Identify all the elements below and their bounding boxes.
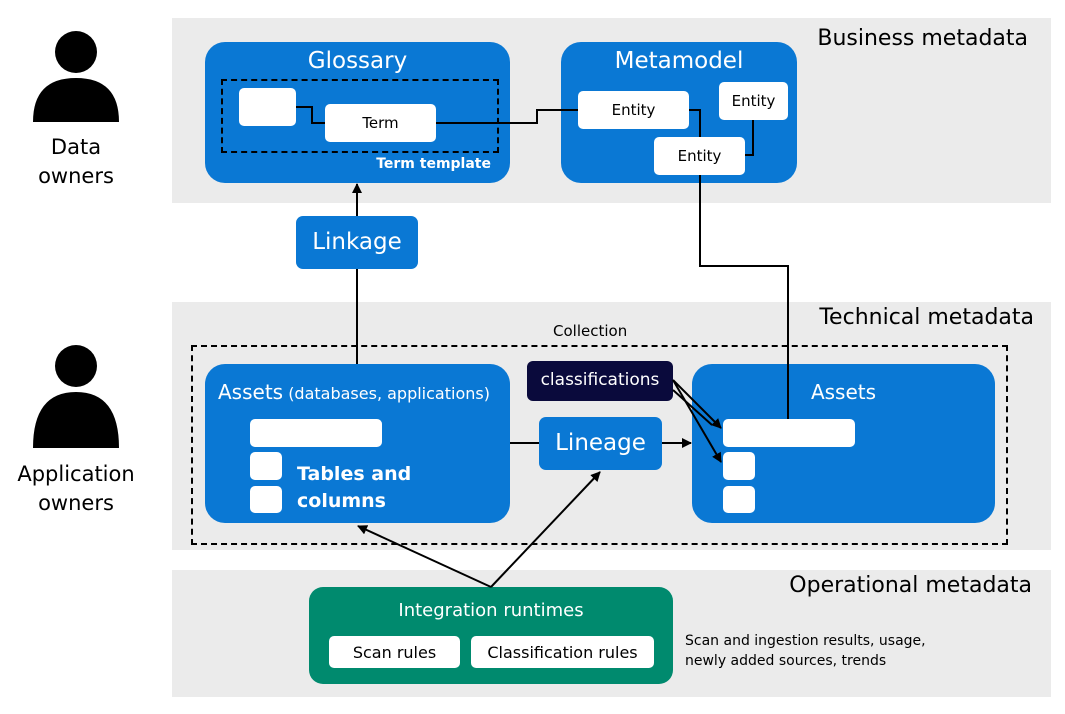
entity-box[interactable]: Entity bbox=[654, 137, 745, 175]
classifications-box[interactable]: classifications bbox=[527, 361, 673, 401]
asset-row bbox=[250, 419, 382, 447]
tables-columns-label: Tables and columns bbox=[297, 463, 412, 512]
glossary-title: Glossary bbox=[307, 48, 408, 74]
term-attribute-box bbox=[239, 88, 296, 126]
lineage-box[interactable]: Lineage bbox=[539, 417, 662, 470]
linkage-box[interactable]: Linkage bbox=[296, 216, 418, 269]
technical-metadata-label: Technical metadata bbox=[819, 305, 1034, 330]
operational-note: Scan and ingestion results, usage, newly … bbox=[685, 633, 926, 669]
scan-rules-box[interactable]: Scan rules bbox=[329, 636, 460, 668]
asset-row bbox=[723, 452, 755, 480]
integration-runtimes-title: Integration runtimes bbox=[398, 600, 584, 621]
entity-box[interactable]: Entity bbox=[578, 91, 689, 129]
asset-row bbox=[723, 486, 755, 513]
target-assets-title: Assets bbox=[810, 380, 877, 404]
entity-box[interactable]: Entity bbox=[719, 82, 788, 120]
term-box[interactable]: Term bbox=[325, 104, 436, 142]
asset-row bbox=[250, 452, 282, 480]
asset-row bbox=[723, 419, 855, 447]
metamodel-title: Metamodel bbox=[614, 48, 744, 74]
business-metadata-label: Business metadata bbox=[817, 26, 1028, 51]
data-owners-label: Data owners bbox=[38, 135, 114, 188]
term-template-label: Term template bbox=[376, 156, 491, 172]
source-assets-title: Assets (databases, applications) bbox=[218, 380, 490, 404]
person-icon bbox=[33, 31, 119, 448]
classification-rules-box[interactable]: Classification rules bbox=[471, 636, 654, 668]
diagram: Business metadata Technical metadata Ope… bbox=[0, 0, 1065, 714]
application-owners-label: Application owners bbox=[17, 462, 135, 515]
collection-label: Collection bbox=[553, 322, 628, 340]
operational-metadata-label: Operational metadata bbox=[789, 573, 1032, 598]
asset-row bbox=[250, 486, 282, 513]
